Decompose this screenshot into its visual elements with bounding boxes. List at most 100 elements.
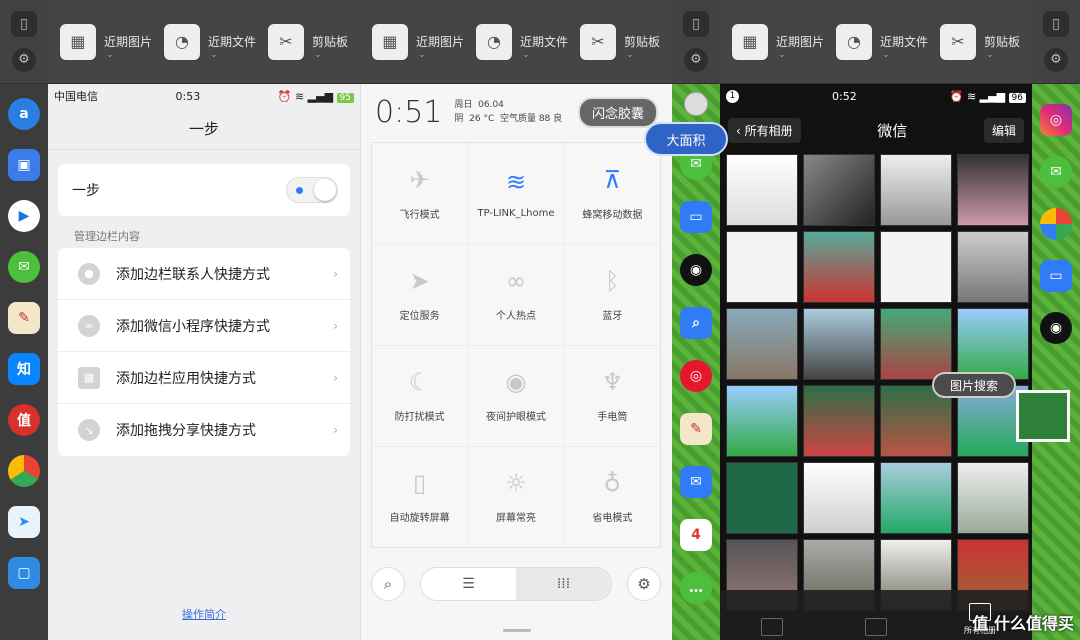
photo-thumbnail[interactable] (726, 385, 798, 457)
wechat-app-icon[interactable]: ✉ (1040, 156, 1072, 188)
toggle-grid: ✈ 飞行模式 ≋ TP-LINK_Lhome ⊼ 蜂窝移动数据 ➤ 定位服务 ∞ 个人热点… (371, 142, 661, 548)
browser-app-icon[interactable]: a (8, 98, 40, 130)
desktop-app-icon[interactable]: ▭ (1040, 260, 1072, 292)
qq-app-icon[interactable]: ◉ (680, 254, 712, 286)
recent-images-button[interactable]: ▦ 近期图片 ⌄ (371, 23, 464, 60)
chevron-right-icon: › (333, 318, 338, 333)
mail-app-icon[interactable]: ✉ (680, 466, 712, 498)
enable-switch[interactable] (286, 177, 338, 203)
photos-app-icon[interactable] (1040, 208, 1072, 240)
tile-airplane[interactable]: ✈ 飞行模式 (372, 143, 468, 244)
chrome-app-icon[interactable] (8, 455, 40, 487)
list-view-icon[interactable]: ☰ (421, 568, 516, 600)
tile-dnd[interactable]: ☾ 防打扰模式 (372, 345, 468, 446)
air-quality: 空气质量 88 (499, 114, 551, 124)
tile-screen-on[interactable]: ☼ 屏幕常亮 (468, 446, 564, 547)
notes-app-icon[interactable]: ✎ (680, 413, 712, 445)
list-item[interactable]: ∞ 添加微信小程序快捷方式 › (58, 300, 350, 352)
settings-gear-icon[interactable]: ⚙ (684, 47, 708, 72)
panel-toggle-icon[interactable]: ▯ (11, 11, 37, 38)
tab-camera[interactable] (824, 590, 928, 640)
drag-handle[interactable] (503, 629, 531, 632)
photo-thumbnail[interactable] (957, 462, 1029, 534)
photo-thumbnail[interactable] (726, 462, 798, 534)
photo-thumbnail[interactable] (880, 231, 952, 303)
recent-images-button[interactable]: ▦ 近期图片 ⌄ (59, 23, 152, 60)
photo-thumbnail[interactable] (726, 231, 798, 303)
recent-files-button[interactable]: ◔ 近期文件 ⌄ (475, 23, 568, 60)
edit-button[interactable]: 编辑 (983, 117, 1024, 143)
photo-thumbnail[interactable] (726, 308, 798, 380)
photo-thumbnail[interactable] (803, 231, 875, 303)
settings-gear-icon[interactable]: ⚙ (1044, 47, 1068, 72)
smzdm-app-icon[interactable]: 值 (8, 404, 40, 436)
photo-thumbnail[interactable] (957, 154, 1029, 226)
image-search-bubble[interactable]: 图片搜索 (932, 372, 1016, 398)
tile-wifi[interactable]: ≋ TP-LINK_Lhome (468, 143, 564, 244)
notification-badge: 1 (726, 89, 739, 103)
clipboard-button[interactable]: ✂ 剪贴板 ⌄ (579, 23, 660, 60)
calendar-app-icon[interactable]: 4 (680, 519, 712, 551)
clipboard-button[interactable]: ✂ 剪贴板 ⌄ (267, 23, 348, 60)
tile-location[interactable]: ➤ 定位服务 (372, 244, 468, 345)
dragged-photo-thumbnail[interactable] (1016, 390, 1070, 442)
search-app-icon[interactable]: ⌕ (680, 307, 712, 339)
photo-thumbnail[interactable] (803, 154, 875, 226)
photo-thumbnail[interactable] (726, 154, 798, 226)
photo-thumbnail[interactable] (880, 154, 952, 226)
photo-thumbnail[interactable] (957, 231, 1029, 303)
instagram-app-icon[interactable]: ◎ (1040, 104, 1072, 136)
tile-cellular[interactable]: ⊼ 蜂窝移动数据 (564, 143, 660, 244)
clipboard-button[interactable]: ✂ 剪贴板 ⌄ (939, 23, 1020, 60)
tile-flashlight[interactable]: ♆ 手电筒 (564, 345, 660, 446)
sidebar-app-list: ◎ ✉ ▭ ◉ (1032, 84, 1080, 344)
photo-thumbnail[interactable] (803, 308, 875, 380)
list-item[interactable]: ● 添加边栏联系人快捷方式 › (58, 248, 350, 300)
grid-view-icon[interactable]: ⁞⁞⁞ (516, 568, 611, 600)
weibo-app-icon[interactable]: ◎ (680, 360, 712, 392)
capsule-button[interactable]: 闪念胶囊 (577, 96, 658, 128)
recent-images-button[interactable]: ▦ 近期图片 ⌄ (731, 23, 824, 60)
tile-rotation[interactable]: ▯ 自动旋转屏幕 (372, 446, 468, 547)
send-app-icon[interactable]: ➤ (8, 506, 40, 538)
recent-files-button[interactable]: ◔ 近期文件 ⌄ (163, 23, 256, 60)
notes-app-icon[interactable]: ✎ (8, 302, 40, 334)
photo-thumbnail[interactable] (880, 308, 952, 380)
weather-info: 周日 06.04 阴 26 °C 空气质量 88 良 (454, 98, 562, 126)
share-app-icon[interactable]: ▢ (8, 557, 40, 589)
photo-thumbnail[interactable] (880, 462, 952, 534)
panel-toggle-icon[interactable]: ▯ (683, 11, 709, 38)
carrier-label: 中国电信 (54, 90, 98, 103)
tile-power-saving[interactable]: ♁ 省电模式 (564, 446, 660, 547)
list-item-label: 添加边栏应用快捷方式 (116, 370, 256, 387)
clock: 0:51 (375, 94, 443, 130)
gear-icon[interactable]: ⚙ (627, 567, 661, 601)
scissors-icon: ✂ (267, 23, 304, 60)
zhihu-app-icon[interactable]: 知 (8, 353, 40, 385)
miniprogram-icon: ∞ (78, 314, 100, 337)
camera-icon (865, 618, 887, 636)
sidebar-top: ▯ ⚙ (0, 0, 48, 84)
settings-gear-icon[interactable]: ⚙ (12, 47, 36, 72)
multitask-app-icon[interactable]: ▣ (8, 149, 40, 181)
tile-hotspot[interactable]: ∞ 个人热点 (468, 244, 564, 345)
qq-app-icon[interactable]: ◉ (1040, 312, 1072, 344)
photo-thumbnail[interactable] (803, 462, 875, 534)
wechat-app-icon[interactable]: ✉ (8, 251, 40, 283)
tile-bluetooth[interactable]: ᛒ 蓝牙 (564, 244, 660, 345)
list-item[interactable]: ↘ 添加拖拽分享快捷方式 › (58, 404, 350, 456)
intro-link[interactable]: 操作简介 (48, 606, 360, 622)
search-icon[interactable]: ⌕ (371, 567, 405, 601)
video-app-icon[interactable]: ▶ (8, 200, 40, 232)
tile-eye-care[interactable]: ◉ 夜间护眼模式 (468, 345, 564, 446)
messages-app-icon[interactable]: … (680, 572, 712, 604)
back-button[interactable]: ‹ 所有相册 (728, 117, 801, 143)
photo-thumbnail[interactable] (803, 385, 875, 457)
desktop-app-icon[interactable]: ▭ (680, 201, 712, 233)
tab-photos[interactable] (720, 590, 824, 640)
list-item[interactable]: ▦ 添加边栏应用快捷方式 › (58, 352, 350, 404)
recent-files-button[interactable]: ◔ 近期文件 ⌄ (835, 23, 928, 60)
panel-toggle-icon[interactable]: ▯ (1043, 11, 1069, 38)
photo-thumbnail[interactable] (957, 308, 1029, 380)
big-area-bubble[interactable]: 大面积 (644, 122, 728, 156)
